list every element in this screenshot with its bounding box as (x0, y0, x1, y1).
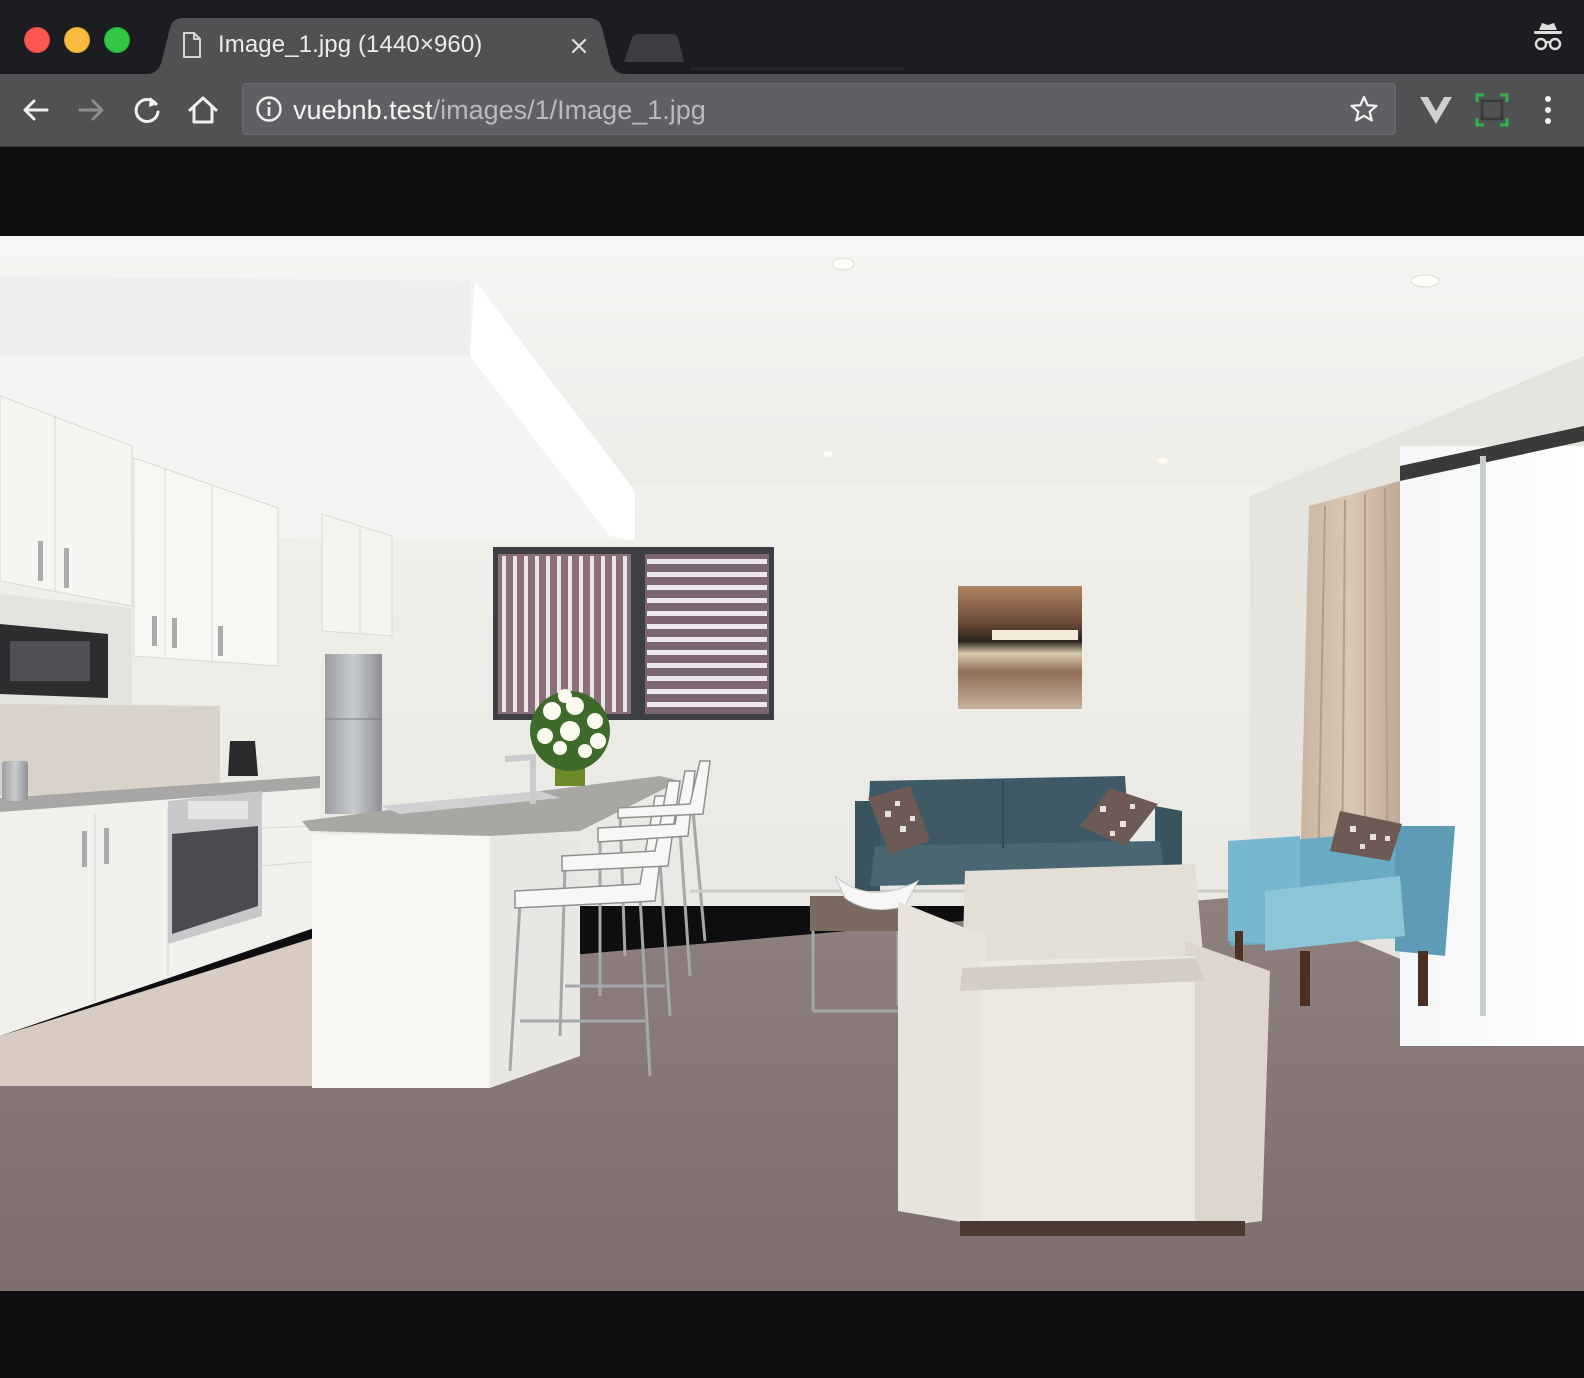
incognito-icon (1530, 20, 1566, 56)
apartment-interior-photo (0, 236, 1584, 1291)
home-icon[interactable] (185, 92, 221, 128)
tab-title: Image_1.jpg (1440×960) (218, 31, 483, 58)
tab-active[interactable]: Image_1.jpg (1440×960) (146, 18, 626, 74)
window-minimize-button[interactable] (64, 27, 90, 53)
image-viewer (0, 147, 1584, 1378)
file-icon (182, 32, 202, 58)
interior-scene (0, 236, 1584, 1291)
arrow-left-icon[interactable] (18, 92, 54, 128)
tab-strip: Image_1.jpg (1440×960) (0, 0, 1584, 74)
reload-icon[interactable] (129, 92, 165, 128)
url-path: /images/1/Image_1.jpg (432, 95, 706, 125)
info-icon[interactable] (255, 95, 283, 123)
arrow-right-icon[interactable] (73, 92, 109, 128)
close-icon[interactable] (566, 33, 592, 59)
browser-toolbar: vuebnb.test/images/1/Image_1.jpg (0, 74, 1584, 147)
browser-window: Image_1.jpg (1440×960) vuebnb.test/image… (0, 0, 1584, 1378)
screenshot-extension-icon[interactable] (1474, 92, 1510, 128)
star-icon[interactable] (1349, 94, 1379, 124)
vue-devtools-icon[interactable] (1418, 92, 1454, 128)
window-close-button[interactable] (24, 27, 50, 53)
more-menu-icon[interactable] (1530, 92, 1566, 128)
tab-strip-divider (690, 67, 904, 70)
url-host: vuebnb.test (293, 95, 433, 125)
address-bar[interactable]: vuebnb.test/images/1/Image_1.jpg (242, 83, 1396, 135)
address-url: vuebnb.test/images/1/Image_1.jpg (293, 95, 706, 125)
new-tab-button[interactable] (618, 32, 688, 64)
window-maximize-button[interactable] (104, 27, 130, 53)
